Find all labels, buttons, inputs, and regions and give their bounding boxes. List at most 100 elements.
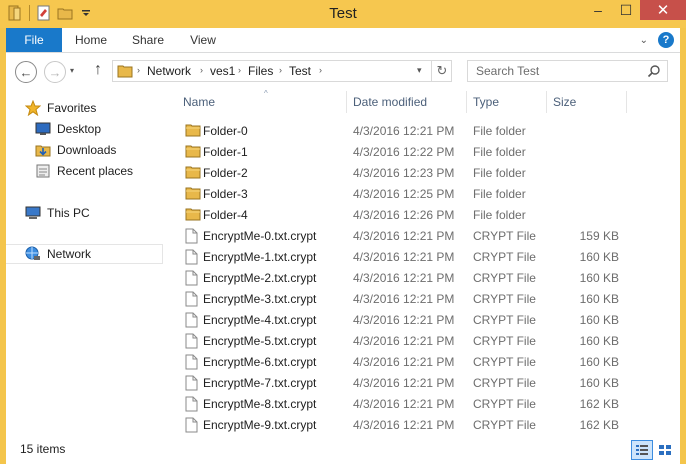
file-icon bbox=[185, 291, 201, 307]
help-icon[interactable]: ? bbox=[658, 32, 674, 48]
file-size: 160 KB bbox=[579, 334, 619, 348]
tab-file[interactable]: File bbox=[6, 28, 62, 52]
file-date-modified: 4/3/2016 12:21 PM bbox=[353, 271, 455, 285]
tab-home[interactable]: Home bbox=[68, 28, 114, 52]
breadcrumb-separator[interactable]: › bbox=[238, 65, 241, 75]
address-bar[interactable]: › Network › ves1 › Files › Test › ▾ ↻ bbox=[112, 60, 452, 82]
file-row[interactable]: Folder-1 4/3/2016 12:22 PM File folder bbox=[169, 142, 680, 163]
file-row[interactable]: Folder-3 4/3/2016 12:25 PM File folder bbox=[169, 184, 680, 205]
breadcrumb-separator[interactable]: › bbox=[137, 65, 140, 75]
file-icon bbox=[185, 396, 201, 412]
search-box[interactable]: Search Test bbox=[467, 60, 668, 82]
file-date-modified: 4/3/2016 12:22 PM bbox=[353, 145, 455, 159]
content-area: Favorites Desktop Downloads Recent place… bbox=[6, 89, 680, 436]
breadcrumb-separator[interactable]: › bbox=[200, 65, 203, 75]
sidebar-item-favorites[interactable]: Favorites bbox=[24, 98, 181, 118]
column-header-type[interactable]: Type bbox=[473, 89, 543, 115]
file-name: EncryptMe-7.txt.crypt bbox=[203, 376, 317, 390]
file-row[interactable]: Folder-2 4/3/2016 12:23 PM File folder bbox=[169, 163, 680, 184]
file-row[interactable]: EncryptMe-2.txt.crypt 4/3/2016 12:21 PM CR… bbox=[169, 268, 680, 289]
column-divider[interactable] bbox=[466, 91, 467, 113]
search-placeholder: Search Test bbox=[476, 64, 540, 78]
computer-icon bbox=[24, 204, 42, 222]
file-type: CRYPT File bbox=[473, 313, 536, 327]
file-icon bbox=[185, 375, 201, 391]
column-header-size[interactable]: Size bbox=[553, 89, 623, 115]
star-icon bbox=[24, 99, 42, 117]
back-button[interactable]: ← bbox=[15, 61, 37, 83]
file-icon bbox=[185, 354, 201, 370]
file-row[interactable]: EncryptMe-4.txt.crypt 4/3/2016 12:21 PM CR… bbox=[169, 310, 680, 331]
column-divider[interactable] bbox=[546, 91, 547, 113]
file-row[interactable]: EncryptMe-0.txt.crypt 4/3/2016 12:21 PM CR… bbox=[169, 226, 680, 247]
file-row[interactable]: EncryptMe-5.txt.crypt 4/3/2016 12:21 PM CR… bbox=[169, 331, 680, 352]
breadcrumb-files[interactable]: Files bbox=[248, 64, 273, 78]
file-row[interactable]: EncryptMe-7.txt.crypt 4/3/2016 12:21 PM CR… bbox=[169, 373, 680, 394]
column-divider[interactable] bbox=[346, 91, 347, 113]
file-name: EncryptMe-9.txt.crypt bbox=[203, 418, 317, 432]
recent-locations-icon[interactable]: ▾ bbox=[70, 66, 74, 75]
file-type: CRYPT File bbox=[473, 334, 536, 348]
sidebar-item-network[interactable]: Network bbox=[6, 244, 163, 264]
file-row[interactable]: EncryptMe-3.txt.crypt 4/3/2016 12:21 PM CR… bbox=[169, 289, 680, 310]
sidebar-item-label: Favorites bbox=[47, 101, 97, 115]
breadcrumb-ves1[interactable]: ves1 bbox=[210, 64, 235, 78]
recent-places-icon bbox=[34, 162, 52, 180]
refresh-button[interactable]: ↻ bbox=[431, 61, 452, 81]
status-bar: 15 items bbox=[6, 436, 680, 464]
file-row[interactable]: EncryptMe-1.txt.crypt 4/3/2016 12:21 PM CR… bbox=[169, 247, 680, 268]
file-size: 159 KB bbox=[579, 229, 619, 243]
file-type: File folder bbox=[473, 187, 526, 201]
file-size: 160 KB bbox=[579, 271, 619, 285]
file-name: EncryptMe-4.txt.crypt bbox=[203, 313, 317, 327]
file-type: File folder bbox=[473, 145, 526, 159]
file-name: EncryptMe-6.txt.crypt bbox=[203, 355, 317, 369]
file-date-modified: 4/3/2016 12:21 PM bbox=[353, 229, 455, 243]
file-date-modified: 4/3/2016 12:21 PM bbox=[353, 418, 455, 432]
details-view-button[interactable] bbox=[631, 440, 653, 460]
title-bar[interactable]: Test – ☐ ✕ bbox=[0, 0, 686, 28]
large-icons-view-button[interactable] bbox=[654, 440, 676, 460]
breadcrumb-network[interactable]: Network bbox=[147, 64, 191, 78]
file-row[interactable]: Folder-0 4/3/2016 12:21 PM File folder bbox=[169, 121, 680, 142]
file-size: 160 KB bbox=[579, 376, 619, 390]
expand-ribbon-icon[interactable]: ⌄ bbox=[640, 35, 648, 46]
column-divider[interactable] bbox=[626, 91, 627, 113]
minimize-button[interactable]: – bbox=[584, 0, 612, 20]
address-dropdown-icon[interactable]: ▾ bbox=[417, 65, 422, 76]
breadcrumb-test[interactable]: Test bbox=[289, 64, 311, 78]
file-date-modified: 4/3/2016 12:26 PM bbox=[353, 208, 455, 222]
folder-icon bbox=[185, 144, 201, 160]
file-date-modified: 4/3/2016 12:21 PM bbox=[353, 355, 455, 369]
file-size: 160 KB bbox=[579, 292, 619, 306]
file-name: Folder-1 bbox=[203, 145, 248, 159]
sidebar-item-label: This PC bbox=[47, 206, 90, 220]
maximize-button[interactable]: ☐ bbox=[612, 0, 640, 20]
forward-button[interactable]: → bbox=[44, 61, 66, 83]
up-button[interactable]: ↑ bbox=[94, 61, 102, 79]
sidebar-item-this-pc[interactable]: This PC bbox=[24, 203, 181, 223]
file-row[interactable]: Folder-4 4/3/2016 12:26 PM File folder bbox=[169, 205, 680, 226]
folder-icon bbox=[185, 123, 201, 139]
sidebar-item-recent-places[interactable]: Recent places bbox=[34, 161, 191, 181]
file-date-modified: 4/3/2016 12:21 PM bbox=[353, 376, 455, 390]
sidebar-item-downloads[interactable]: Downloads bbox=[34, 140, 191, 160]
file-date-modified: 4/3/2016 12:21 PM bbox=[353, 334, 455, 348]
file-row[interactable]: EncryptMe-8.txt.crypt 4/3/2016 12:21 PM CR… bbox=[169, 394, 680, 415]
tab-share[interactable]: Share bbox=[124, 28, 172, 52]
column-header-date[interactable]: Date modified bbox=[353, 89, 465, 115]
tab-view[interactable]: View bbox=[182, 28, 224, 52]
file-type: File folder bbox=[473, 166, 526, 180]
file-date-modified: 4/3/2016 12:21 PM bbox=[353, 313, 455, 327]
file-list: ^ Name Date modified Type Size Folder-0 4… bbox=[169, 89, 680, 436]
search-icon[interactable] bbox=[647, 64, 661, 81]
file-icon bbox=[185, 249, 201, 265]
breadcrumb-separator[interactable]: › bbox=[279, 65, 282, 75]
column-header-name[interactable]: Name bbox=[183, 89, 345, 115]
sidebar-item-label: Desktop bbox=[57, 122, 102, 136]
close-button[interactable]: ✕ bbox=[640, 0, 686, 20]
sidebar-item-desktop[interactable]: Desktop bbox=[34, 119, 191, 139]
file-row[interactable]: EncryptMe-6.txt.crypt 4/3/2016 12:21 PM CR… bbox=[169, 352, 680, 373]
breadcrumb-separator[interactable]: › bbox=[319, 65, 322, 75]
file-row[interactable]: EncryptMe-9.txt.crypt 4/3/2016 12:21 PM CR… bbox=[169, 415, 680, 436]
